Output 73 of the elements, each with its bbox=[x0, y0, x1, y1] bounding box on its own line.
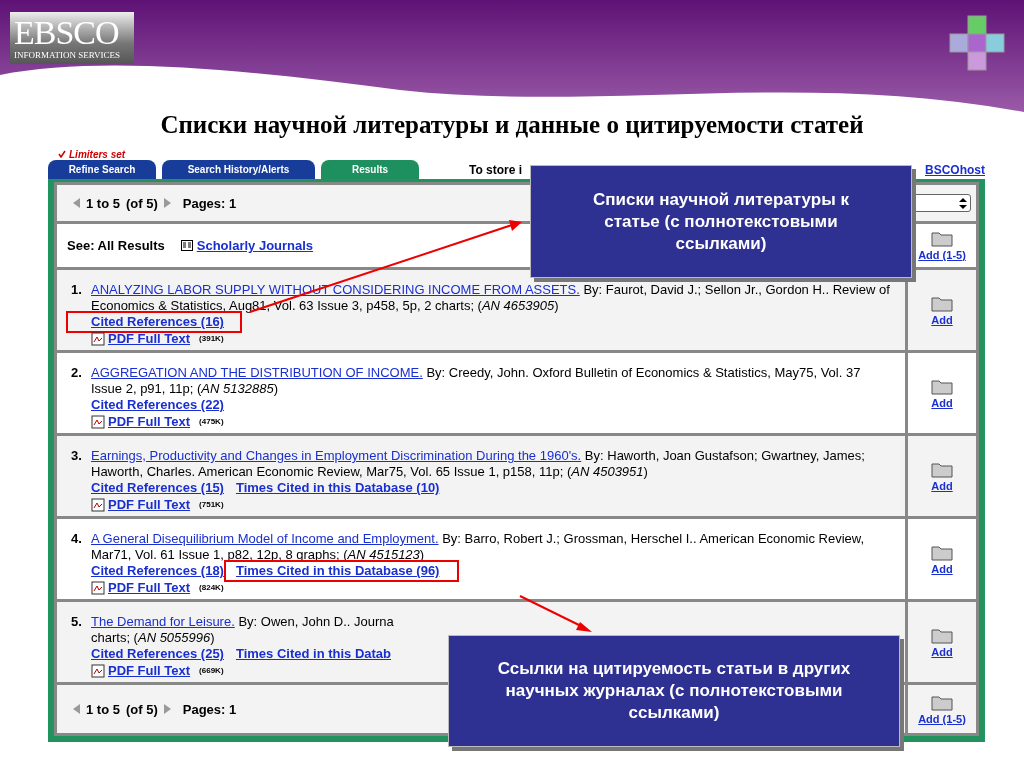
cited-references-link[interactable]: Cited References (16) bbox=[91, 314, 224, 330]
folder-icon[interactable] bbox=[931, 543, 953, 561]
file-size: (391K) bbox=[199, 333, 224, 345]
store-text: To store i bbox=[469, 162, 524, 177]
pdf-full-text-link[interactable]: PDF Full Text bbox=[108, 496, 191, 514]
folder-icon[interactable] bbox=[931, 377, 953, 395]
next-arrow-icon[interactable] bbox=[163, 198, 171, 208]
add-link[interactable]: Add bbox=[931, 396, 953, 409]
checkmark-icon bbox=[58, 150, 66, 158]
cited-references-link[interactable]: Cited References (15) bbox=[91, 480, 224, 496]
add-link[interactable]: Add bbox=[931, 479, 953, 492]
pdf-icon[interactable] bbox=[91, 664, 105, 678]
article-title-link[interactable]: AGGREGATION AND THE DISTRIBUTION OF INCOME. bbox=[91, 365, 423, 380]
folder-icon[interactable] bbox=[931, 460, 953, 478]
previous-arrow-icon[interactable] bbox=[73, 704, 80, 714]
pdf-full-text-link[interactable]: PDF Full Text bbox=[108, 579, 191, 597]
file-size: (475K) bbox=[199, 416, 224, 428]
pdf-icon[interactable] bbox=[91, 498, 105, 512]
times-cited-link[interactable]: Times Cited in this Database (10) bbox=[235, 480, 440, 496]
slide-title: Списки научной литературы и данные о цитируемости статей bbox=[159, 112, 865, 138]
tab[interactable]: Search History/Alerts bbox=[162, 160, 315, 179]
results-total: (of 5) bbox=[125, 701, 158, 717]
pages-label: Pages: 1 bbox=[182, 195, 237, 211]
cited-references-link[interactable]: Cited References (22) bbox=[91, 397, 224, 413]
folder-icon[interactable] bbox=[931, 626, 953, 644]
folder-icon[interactable] bbox=[931, 230, 953, 247]
result-number: 4. bbox=[70, 531, 83, 547]
article-title-link[interactable]: The Demand for Leisure. bbox=[91, 614, 235, 629]
result-number: 2. bbox=[70, 365, 83, 381]
scholarly-journals-link[interactable]: Scholarly Journals bbox=[196, 238, 314, 253]
pdf-full-text-link[interactable]: PDF Full Text bbox=[108, 662, 191, 680]
results-range: 1 to 5 bbox=[86, 701, 120, 717]
times-cited-link[interactable]: Times Cited in this Datab bbox=[235, 646, 392, 662]
file-size: (751K) bbox=[199, 499, 224, 511]
pdf-icon[interactable] bbox=[91, 332, 105, 346]
results-range: 1 to 5 bbox=[86, 195, 120, 211]
tab[interactable]: Refine Search bbox=[48, 160, 156, 179]
folder-icon[interactable] bbox=[931, 693, 953, 711]
filter-label: See: All Results bbox=[67, 238, 165, 253]
sort-dropdown[interactable] bbox=[913, 194, 971, 212]
limiters-text: Limiters set bbox=[69, 148, 126, 160]
pdf-full-text-link[interactable]: PDF Full Text bbox=[108, 330, 191, 348]
result-citation: Earnings, Productivity and Changes in Employment Discrimination During the 1960's. By: Haworth, Joan Gustafson; Gwartney, James; Haworth, Charles. American Economic Review, Mar75, Vol. 65 Issue 1, p158, 11p; (AN 4503951) bbox=[91, 448, 866, 480]
pdf-icon[interactable] bbox=[91, 415, 105, 429]
previous-arrow-icon[interactable] bbox=[73, 198, 80, 208]
next-arrow-icon[interactable] bbox=[163, 704, 171, 714]
pages-label: Pages: 1 bbox=[182, 701, 237, 717]
article-title-link[interactable]: Earnings, Productivity and Changes in Employment Discrimination During the 1960's. bbox=[91, 448, 582, 463]
file-size: (824K) bbox=[199, 582, 224, 594]
service-link[interactable]: BSCOhost bbox=[925, 162, 985, 177]
cited-references-link[interactable]: Cited References (18) bbox=[91, 563, 224, 579]
folder-icon[interactable] bbox=[931, 294, 953, 312]
cited-references-link[interactable]: Cited References (25) bbox=[91, 646, 224, 662]
journal-icon bbox=[180, 240, 193, 251]
tab[interactable]: Results bbox=[321, 160, 419, 179]
add-all-link[interactable]: Add (1-5) bbox=[918, 712, 966, 725]
add-link[interactable]: Add bbox=[931, 313, 953, 326]
result-number: 1. bbox=[70, 282, 83, 298]
result-citation: AGGREGATION AND THE DISTRIBUTION OF INCOME. By: Creedy, John. Oxford Bulletin of Economics & Statistics, May75, Vol. 37 Issue 2, p91, 11p; (AN 5132885) bbox=[91, 365, 862, 397]
add-link[interactable]: Add bbox=[931, 562, 953, 575]
dropdown-arrows-icon bbox=[959, 197, 967, 209]
add-all-link[interactable]: Add (1-5) bbox=[918, 249, 966, 261]
pdf-full-text-link[interactable]: PDF Full Text bbox=[108, 413, 191, 431]
file-size: (669K) bbox=[199, 665, 224, 677]
add-link[interactable]: Add bbox=[931, 645, 953, 658]
times-cited-link[interactable]: Times Cited in this Database (96) bbox=[235, 563, 440, 579]
result-number: 5. bbox=[70, 614, 83, 630]
results-total: (of 5) bbox=[125, 195, 158, 211]
pdf-icon[interactable] bbox=[91, 581, 105, 595]
result-number: 3. bbox=[70, 448, 83, 464]
article-title-link[interactable]: A General Disequilibrium Model of Income and Employment. bbox=[91, 531, 439, 546]
logo-subtitle: INFORMATION SERVICES bbox=[14, 50, 122, 60]
logo-text: EBSCO bbox=[14, 16, 120, 50]
